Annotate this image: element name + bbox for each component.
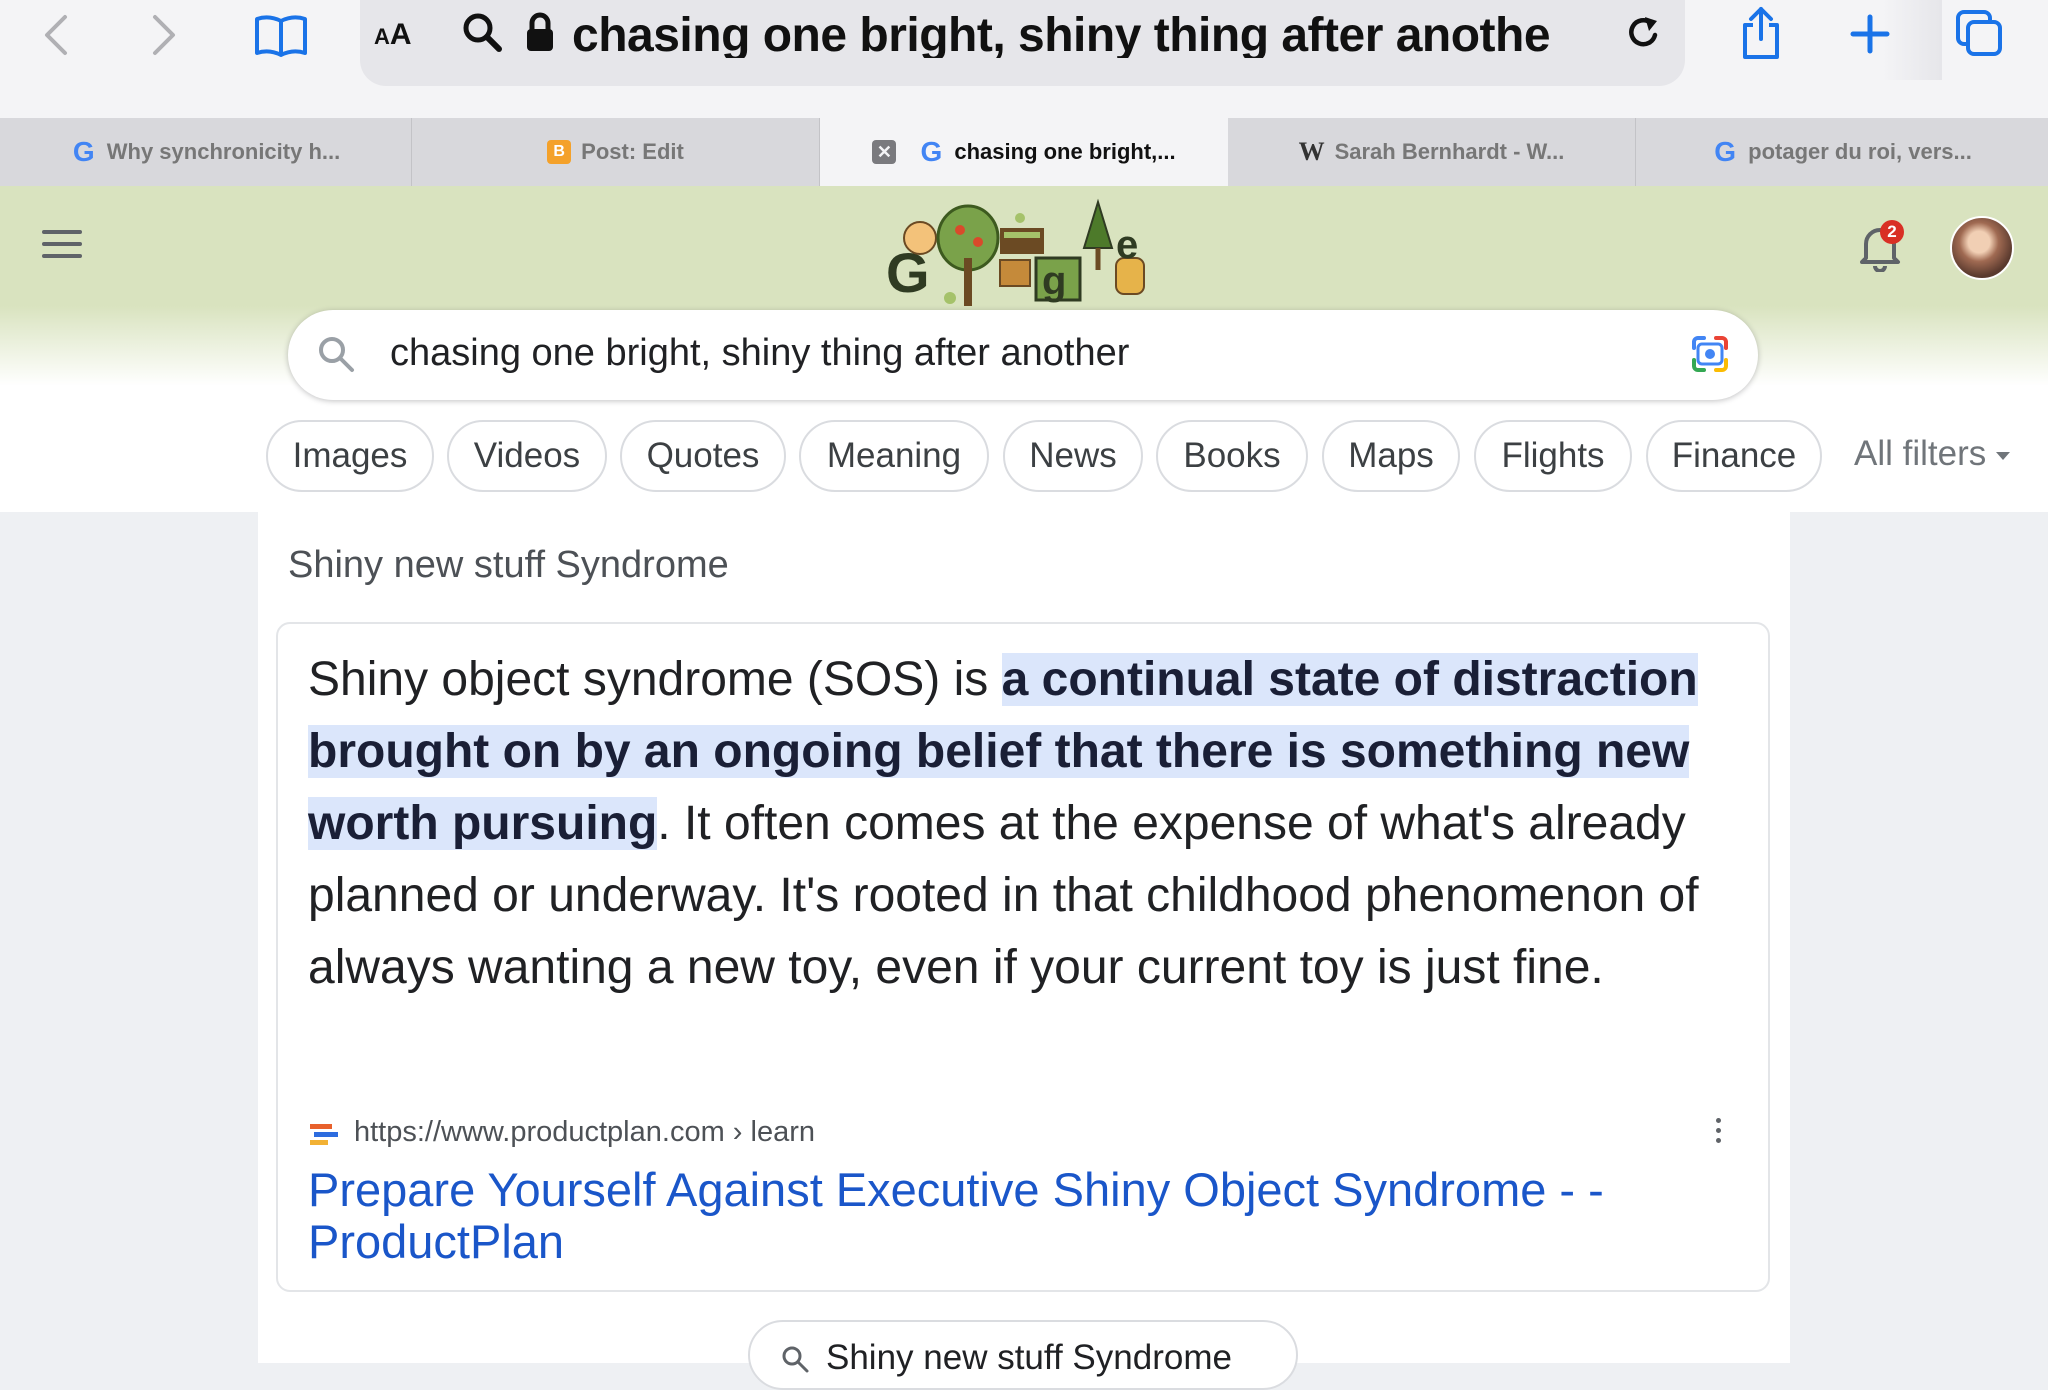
tab-label: potager du roi, vers... <box>1748 139 1972 164</box>
more-options-kebab-icon[interactable] <box>1716 1118 1724 1148</box>
lock-icon <box>520 8 560 56</box>
reader-aa-button[interactable]: AA <box>374 18 412 52</box>
caret-down-icon <box>1996 451 2011 460</box>
featured-snippet-card: Shiny object syndrome (SOS) is a continu… <box>276 622 1770 1292</box>
source-row: https://www.productplan.com › learn <box>308 1114 1728 1154</box>
featured-snippet-text: Shiny object syndrome (SOS) is a continu… <box>308 644 1758 1004</box>
search-icon <box>782 1346 809 1373</box>
chip-finance[interactable]: Finance <box>1646 420 1822 492</box>
chip-news[interactable]: News <box>1003 420 1143 492</box>
forward-icon[interactable] <box>144 10 184 60</box>
avatar[interactable] <box>1950 216 2014 280</box>
browser-toolbar: AA chasing one bright, shiny thing after… <box>0 0 2048 118</box>
tab-label: chasing one bright,... <box>954 139 1176 164</box>
related-search-label: Shiny new stuff Syndrome <box>826 1338 1232 1377</box>
tab-post-edit[interactable]: B Post: Edit <box>412 118 820 186</box>
close-tab-icon[interactable]: ✕ <box>872 140 897 164</box>
search-icon <box>460 10 504 54</box>
productplan-favicon-icon <box>310 1124 338 1145</box>
tab-label: Post: Edit <box>581 139 684 164</box>
new-tab-plus-icon[interactable] <box>1846 10 1894 58</box>
chip-maps[interactable]: Maps <box>1322 420 1460 492</box>
bookmarks-book-icon[interactable] <box>250 10 312 60</box>
svg-text:e: e <box>1116 223 1138 267</box>
chip-meaning[interactable]: Meaning <box>799 420 989 492</box>
all-filters-label: All filters <box>1854 434 1987 473</box>
featured-snippet-title: Shiny new stuff Syndrome <box>288 544 729 586</box>
google-lens-camera-icon[interactable] <box>1688 332 1732 376</box>
chip-books[interactable]: Books <box>1156 420 1308 492</box>
chip-flights[interactable]: Flights <box>1474 420 1632 492</box>
result-title-link[interactable]: Prepare Yourself Against Executive Shiny… <box>308 1164 1728 1268</box>
chip-videos[interactable]: Videos <box>447 420 607 492</box>
search-filter-chips: Images Videos Quotes Meaning News Books … <box>0 420 2048 494</box>
tab-chasing-active[interactable]: ✕ G chasing one bright,... <box>820 118 1228 186</box>
chip-quotes[interactable]: Quotes <box>620 420 786 492</box>
all-filters-dropdown[interactable]: All filters <box>1854 434 2011 474</box>
tab-sarah-bernhardt[interactable]: W Sarah Bernhardt - W... <box>1228 118 1636 186</box>
tab-label: Why synchronicity h... <box>106 139 341 164</box>
tab-why-synchronicity[interactable]: G Why synchronicity h... <box>0 118 412 186</box>
address-bar[interactable]: AA chasing one bright, shiny thing after… <box>360 0 1942 86</box>
tab-potager-du-roi[interactable]: G potager du roi, vers... <box>1636 118 2048 186</box>
header-bottom-band <box>0 494 2048 512</box>
tab-label: Sarah Bernhardt - W... <box>1334 139 1565 164</box>
tab-overview-icon[interactable] <box>1952 6 2006 60</box>
search-icon <box>319 337 354 372</box>
svg-text:g: g <box>1042 259 1066 303</box>
search-input[interactable]: chasing one bright, shiny thing after an… <box>288 310 1758 400</box>
google-g-icon: G <box>1714 136 1737 167</box>
google-doodle-logo[interactable]: G g e <box>880 198 1160 308</box>
share-icon[interactable] <box>1736 4 1786 62</box>
google-g-icon: G <box>72 136 95 167</box>
wikipedia-w-icon: W <box>1298 137 1325 166</box>
blogger-icon: B <box>547 140 572 164</box>
google-g-icon: G <box>920 136 943 167</box>
chip-images[interactable]: Images <box>266 420 434 492</box>
notification-count-badge: 2 <box>1880 220 1904 244</box>
snippet-before: Shiny object syndrome (SOS) is <box>308 653 1002 706</box>
source-url[interactable]: https://www.productplan.com › learn <box>354 1116 815 1149</box>
related-search-chip[interactable]: Shiny new stuff Syndrome <box>748 1320 1298 1390</box>
results-column: Shiny new stuff Syndrome Shiny object sy… <box>258 512 1790 1390</box>
tab-bar: G Why synchronicity h... B Post: Edit ✕ … <box>0 118 2048 187</box>
reload-icon[interactable] <box>1622 10 1666 56</box>
search-query-text[interactable]: chasing one bright, shiny thing after an… <box>390 332 1129 375</box>
hamburger-menu-icon[interactable] <box>42 230 82 266</box>
back-icon[interactable] <box>36 10 76 60</box>
